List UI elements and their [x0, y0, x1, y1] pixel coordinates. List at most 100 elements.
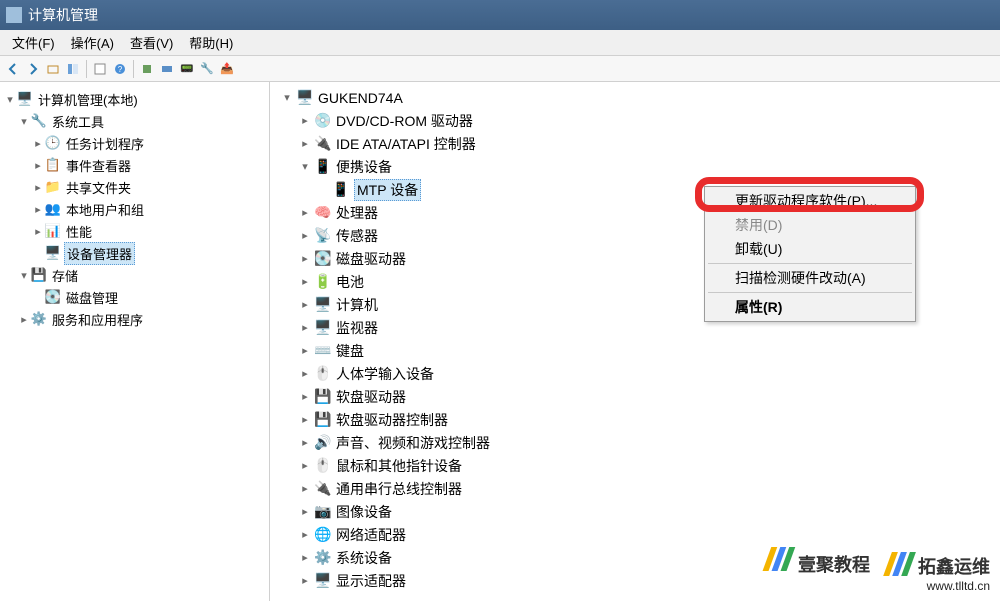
- expand-icon[interactable]: ▸: [298, 298, 312, 311]
- expand-icon[interactable]: ▸: [32, 203, 44, 216]
- up-button[interactable]: [44, 60, 62, 78]
- menu-view[interactable]: 查看(V): [122, 30, 181, 55]
- expand-icon[interactable]: ▸: [298, 459, 312, 472]
- expand-icon[interactable]: ▸: [18, 313, 30, 326]
- tree-item[interactable]: ▸📁共享文件夹: [4, 176, 265, 198]
- expand-icon[interactable]: ▸: [298, 137, 312, 150]
- menu-action[interactable]: 操作(A): [63, 30, 122, 55]
- expand-icon[interactable]: ▸: [32, 225, 44, 238]
- expand-icon[interactable]: ▸: [32, 137, 44, 150]
- watermark-text: 拓鑫运维: [918, 553, 990, 579]
- expand-icon[interactable]: ▸: [298, 574, 312, 587]
- device-label: 软盘驱动器: [336, 387, 406, 407]
- ctx-update-driver[interactable]: 更新驱动程序软件(P)...: [707, 189, 913, 213]
- ctx-properties[interactable]: 属性(R): [707, 295, 913, 319]
- help-button[interactable]: ?: [111, 60, 129, 78]
- expand-icon[interactable]: ▾: [280, 91, 294, 104]
- device-icon: 📷: [312, 503, 334, 521]
- menu-file[interactable]: 文件(F): [4, 30, 63, 55]
- tree-root[interactable]: ▾🖥️计算机管理(本地): [4, 88, 265, 110]
- device-category[interactable]: ▸🖱️鼠标和其他指针设备: [270, 454, 1000, 477]
- tree-services[interactable]: ▸⚙️服务和应用程序: [4, 308, 265, 330]
- expand-icon[interactable]: ▸: [298, 551, 312, 564]
- device-category[interactable]: ▸💾软盘驱动器: [270, 385, 1000, 408]
- device-tree[interactable]: ▾🖥️GUKEND74A ▸💿DVD/CD-ROM 驱动器▸🔌IDE ATA/A…: [270, 82, 1000, 601]
- expand-icon[interactable]: ▸: [298, 344, 312, 357]
- device-label: 计算机: [336, 295, 378, 315]
- expand-icon[interactable]: ▸: [298, 482, 312, 495]
- device-category[interactable]: ▸🌐网络适配器: [270, 523, 1000, 546]
- expand-icon[interactable]: ▸: [298, 367, 312, 380]
- device-category[interactable]: ▸💿DVD/CD-ROM 驱动器: [270, 109, 1000, 132]
- watermark-url: www.tlltd.cn: [887, 579, 990, 593]
- back-button[interactable]: [4, 60, 22, 78]
- left-tree[interactable]: ▾🖥️计算机管理(本地) ▾🔧系统工具 ▸🕒任务计划程序▸📋事件查看器▸📁共享文…: [0, 82, 270, 601]
- refresh-button[interactable]: [138, 60, 156, 78]
- expand-icon[interactable]: ▸: [298, 321, 312, 334]
- ctx-uninstall[interactable]: 卸载(U): [707, 237, 913, 261]
- expand-icon[interactable]: ▾: [4, 93, 16, 106]
- device-label: DVD/CD-ROM 驱动器: [336, 111, 473, 131]
- expand-icon[interactable]: ▸: [298, 390, 312, 403]
- item-icon: 👥: [44, 201, 62, 217]
- device-category[interactable]: ▸🖱️人体学输入设备: [270, 362, 1000, 385]
- tree-item[interactable]: ▸📊性能: [4, 220, 265, 242]
- device-icon: 📱: [312, 158, 334, 176]
- tree-label: 系统工具: [50, 111, 106, 132]
- device-icon: 💿: [312, 112, 334, 130]
- device-label: 处理器: [336, 203, 378, 223]
- remove-button[interactable]: 📤: [218, 60, 236, 78]
- device-icon: 🖱️: [312, 457, 334, 475]
- device-root[interactable]: ▾🖥️GUKEND74A: [270, 86, 1000, 109]
- tree-label: 服务和应用程序: [50, 309, 145, 330]
- prop-button[interactable]: [91, 60, 109, 78]
- expand-icon[interactable]: ▸: [298, 275, 312, 288]
- tree-item[interactable]: ▸🕒任务计划程序: [4, 132, 265, 154]
- enable-button[interactable]: 📟: [178, 60, 196, 78]
- device-category[interactable]: ▸🔌通用串行总线控制器: [270, 477, 1000, 500]
- expand-icon[interactable]: ▸: [298, 229, 312, 242]
- device-category[interactable]: ▸💾软盘驱动器控制器: [270, 408, 1000, 431]
- tree-item[interactable]: ▸📋事件查看器: [4, 154, 265, 176]
- tree-systools[interactable]: ▾🔧系统工具: [4, 110, 265, 132]
- device-category[interactable]: ▾📱便携设备: [270, 155, 1000, 178]
- expand-icon[interactable]: ▸: [298, 436, 312, 449]
- tree-item[interactable]: 💽磁盘管理: [4, 286, 265, 308]
- device-label: GUKEND74A: [318, 90, 403, 106]
- device-category[interactable]: ▸🔌IDE ATA/ATAPI 控制器: [270, 132, 1000, 155]
- device-icon: 💾: [312, 411, 334, 429]
- show-hide-button[interactable]: [64, 60, 82, 78]
- watermark-left: 壹聚教程: [766, 547, 870, 577]
- device-category[interactable]: ▸🔊声音、视频和游戏控制器: [270, 431, 1000, 454]
- expand-icon[interactable]: ▸: [298, 505, 312, 518]
- tree-storage[interactable]: ▾💾存储: [4, 264, 265, 286]
- expand-icon[interactable]: ▾: [298, 160, 312, 173]
- expand-icon[interactable]: ▸: [298, 206, 312, 219]
- expand-icon[interactable]: ▸: [32, 181, 44, 194]
- device-label: 网络适配器: [336, 525, 406, 545]
- expand-icon[interactable]: ▾: [18, 269, 30, 282]
- device-label: 鼠标和其他指针设备: [336, 456, 462, 476]
- menu-help[interactable]: 帮助(H): [181, 30, 241, 55]
- uninstall-button[interactable]: 🔧: [198, 60, 216, 78]
- device-category[interactable]: ▸⌨️键盘: [270, 339, 1000, 362]
- expand-icon[interactable]: ▾: [18, 115, 30, 128]
- tree-label: 设备管理器: [64, 242, 135, 265]
- ctx-disable[interactable]: 禁用(D): [707, 213, 913, 237]
- device-icon: 💽: [312, 250, 334, 268]
- watermark-right: 拓鑫运维 www.tlltd.cn: [887, 552, 990, 593]
- device-category[interactable]: ▸📷图像设备: [270, 500, 1000, 523]
- expand-icon[interactable]: ▸: [298, 252, 312, 265]
- tree-item[interactable]: 🖥️设备管理器: [4, 242, 265, 264]
- item-icon: 📋: [44, 157, 62, 173]
- tree-item[interactable]: ▸👥本地用户和组: [4, 198, 265, 220]
- expand-icon[interactable]: ▸: [298, 528, 312, 541]
- device-icon: 🔌: [312, 135, 334, 153]
- forward-button[interactable]: [24, 60, 42, 78]
- device-label: 显示适配器: [336, 571, 406, 591]
- expand-icon[interactable]: ▸: [298, 114, 312, 127]
- expand-icon[interactable]: ▸: [298, 413, 312, 426]
- expand-icon[interactable]: ▸: [32, 159, 44, 172]
- ctx-scan[interactable]: 扫描检测硬件改动(A): [707, 266, 913, 290]
- scan-button[interactable]: [158, 60, 176, 78]
